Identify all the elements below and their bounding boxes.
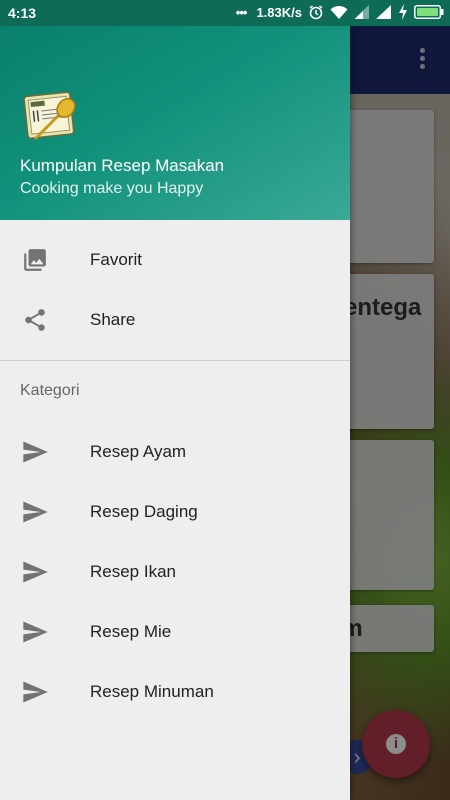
signal-icon [354,5,369,19]
drawer-item-resep-ikan[interactable]: Resep Ikan [0,542,350,602]
alarm-icon [309,5,323,20]
charging-icon [399,4,407,20]
network-speed: 1.83K/s [256,4,302,20]
drawer-item-label: Share [90,310,136,329]
drawer-item-label: Resep Ikan [90,562,176,581]
drawer-app-subtitle: Cooking make you Happy [20,180,204,197]
photo-library-icon [20,245,50,275]
signal-icon [376,5,391,19]
share-icon [20,305,50,335]
send-icon [20,617,50,647]
drawer-item-label: Resep Ayam [90,442,187,461]
section-title-kategori: Kategori [20,382,80,399]
battery-icon [414,5,444,19]
drawer-item-share[interactable]: Share [0,290,350,350]
drawer-item-favorit[interactable]: Favorit [0,230,350,290]
drawer-item-label: Resep Minuman [90,682,214,701]
drawer-item-resep-daging[interactable]: Resep Daging [0,482,350,542]
drawer-divider [0,360,350,361]
drawer-item-label: Favorit [90,250,142,269]
drawer-item-resep-ayam[interactable]: Resep Ayam [0,422,350,482]
send-icon [20,677,50,707]
notification-more-icon: ••• [235,4,248,20]
send-icon [20,557,50,587]
send-icon [20,437,50,467]
recipe-book-logo [23,91,76,140]
status-time: 4:13 [8,5,37,21]
drawer-item-label: Resep Mie [90,622,172,641]
status-bar: 4:13 ••• 1.83K/s [0,0,450,26]
drawer-app-title: Kumpulan Resep Masakan [20,156,225,175]
drawer-item-resep-minuman[interactable]: Resep Minuman [0,662,350,722]
send-icon [20,497,50,527]
navigation-drawer: Kumpulan Resep Masakan Cooking make you … [0,26,350,800]
drawer-item-label: Resep Daging [90,502,198,521]
drawer-item-resep-mie[interactable]: Resep Mie [0,602,350,662]
wifi-icon [330,5,348,19]
drawer-header: Kumpulan Resep Masakan Cooking make you … [0,26,350,220]
